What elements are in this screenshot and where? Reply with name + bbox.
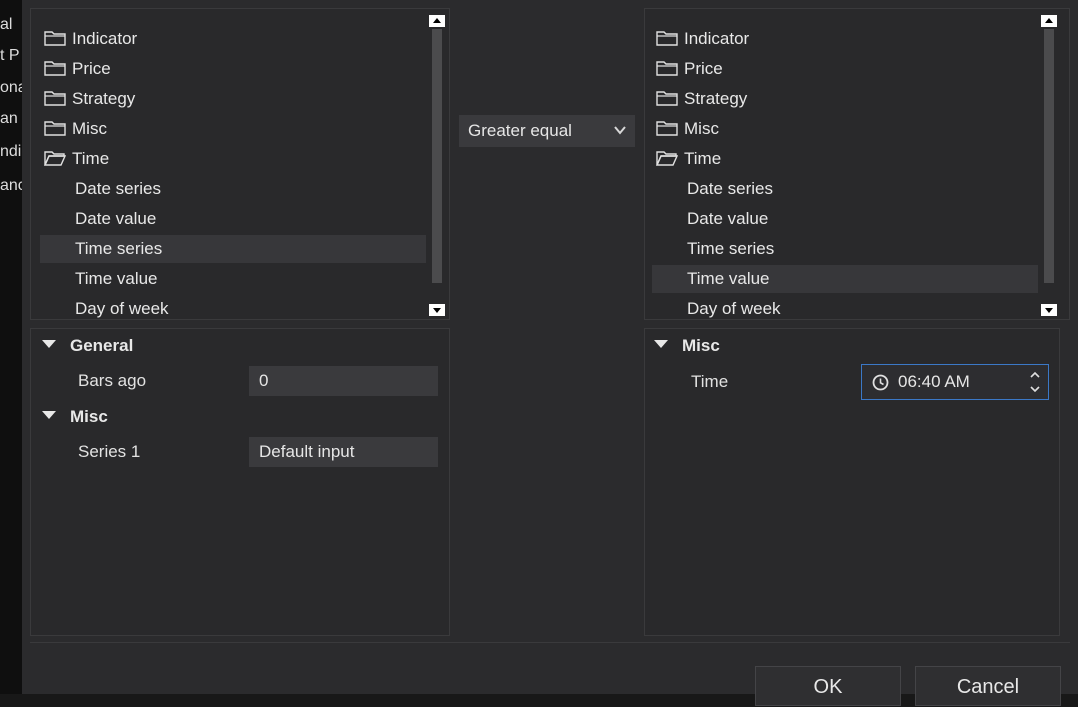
tree-item-label: Price: [684, 59, 723, 78]
tree-item-label: Misc: [684, 119, 719, 138]
tree-item-label: Time: [72, 149, 110, 168]
tree-item-time[interactable]: Time: [652, 145, 1038, 173]
tree-item-indicator[interactable]: Indicator: [40, 25, 426, 53]
collapse-triangle-icon: [42, 411, 56, 419]
folder-icon: [44, 31, 66, 46]
folder-icon: [656, 121, 678, 136]
tree-item-label: Time series: [687, 239, 775, 258]
scroll-down-arrow-icon[interactable]: [1041, 304, 1057, 316]
tree-item-misc[interactable]: Misc: [40, 115, 426, 143]
time-value: 06:40 AM: [898, 372, 970, 391]
folder-icon: [656, 31, 678, 46]
folder-open-icon: [44, 151, 66, 166]
tree-item-day-of-week[interactable]: Day of week: [40, 295, 426, 318]
footer-divider: [30, 642, 1070, 643]
section-title: Misc: [70, 407, 108, 426]
scroll-up-arrow-icon[interactable]: [429, 15, 445, 27]
tree-item-label: Time: [684, 149, 722, 168]
tree-item-label: Date value: [75, 209, 157, 228]
tree-item-time-series[interactable]: Time series: [40, 235, 426, 263]
scroll-down-arrow-icon[interactable]: [429, 304, 445, 316]
misc-section-header[interactable]: Misc: [654, 334, 720, 358]
tree-item-price[interactable]: Price: [652, 55, 1038, 83]
tree-item-label: Date series: [687, 179, 773, 198]
collapse-triangle-icon: [654, 340, 668, 348]
tree-item-label: Misc: [72, 119, 107, 138]
operator-dropdown[interactable]: Greater equal: [459, 115, 635, 147]
tree-item-date-series[interactable]: Date series: [652, 175, 1038, 203]
tree-item-misc[interactable]: Misc: [652, 115, 1038, 143]
right-condition-tree[interactable]: Indicator Price Strategy Misc Time Date serie…: [652, 12, 1038, 318]
tree-item-time-value[interactable]: Time value: [40, 265, 426, 293]
tree-item-label: Time series: [75, 239, 163, 258]
tree-item-date-series[interactable]: Date series: [40, 175, 426, 203]
tree-item-date-value[interactable]: Date value: [652, 205, 1038, 233]
tree-item-time-series[interactable]: Time series: [652, 235, 1038, 263]
folder-open-icon: [656, 151, 678, 166]
time-picker-input[interactable]: 06:40 AM: [861, 364, 1049, 400]
cancel-button[interactable]: Cancel: [915, 666, 1061, 706]
section-title: Misc: [682, 336, 720, 355]
tree-item-label: Date value: [687, 209, 769, 228]
tree-item-label: Time value: [687, 269, 770, 288]
tree-item-label: Strategy: [684, 89, 748, 108]
tree-item-strategy[interactable]: Strategy: [40, 85, 426, 113]
tree-item-label: Price: [72, 59, 111, 78]
collapse-triangle-icon: [42, 340, 56, 348]
folder-icon: [44, 61, 66, 76]
scroll-up-arrow-icon[interactable]: [1041, 15, 1057, 27]
right-tree-scrollbar[interactable]: [1040, 15, 1058, 317]
tree-item-label: Date series: [75, 179, 161, 198]
misc-section-header[interactable]: Misc: [42, 405, 108, 429]
tree-item-label: Indicator: [684, 29, 750, 48]
condition-builder-dialog: Indicator Price Strategy Misc Time Date serie…: [22, 0, 1078, 706]
folder-icon: [44, 121, 66, 136]
ok-button[interactable]: OK: [755, 666, 901, 706]
tree-item-strategy[interactable]: Strategy: [652, 85, 1038, 113]
chevron-down-icon: [614, 126, 626, 135]
tree-item-indicator[interactable]: Indicator: [652, 25, 1038, 53]
tree-item-label: Strategy: [72, 89, 136, 108]
folder-icon: [656, 91, 678, 106]
tree-item-label: Indicator: [72, 29, 138, 48]
operator-selected-value: Greater equal: [468, 121, 572, 140]
scroll-thumb[interactable]: [1044, 29, 1054, 283]
folder-icon: [44, 91, 66, 106]
tree-item-day-of-week[interactable]: Day of week: [652, 295, 1038, 318]
tree-item-time[interactable]: Time: [40, 145, 426, 173]
bars-ago-input[interactable]: 0: [249, 366, 438, 396]
section-title: General: [70, 336, 134, 355]
tree-item-time-value[interactable]: Time value: [652, 265, 1038, 293]
series1-input[interactable]: Default input: [249, 437, 438, 467]
left-tree-scrollbar[interactable]: [428, 15, 446, 317]
tree-item-label: Day of week: [687, 299, 781, 318]
clock-icon: [872, 374, 889, 391]
tree-item-price[interactable]: Price: [40, 55, 426, 83]
tree-item-date-value[interactable]: Date value: [40, 205, 426, 233]
bars-ago-label: Bars ago: [78, 371, 147, 390]
series1-label: Series 1: [78, 442, 141, 461]
scroll-thumb[interactable]: [432, 29, 442, 283]
time-label: Time: [691, 372, 729, 391]
tree-item-label: Time value: [75, 269, 158, 288]
folder-icon: [656, 61, 678, 76]
general-section-header[interactable]: General: [42, 334, 133, 358]
tree-item-label: Day of week: [75, 299, 169, 318]
left-condition-tree[interactable]: Indicator Price Strategy Misc Time Date serie…: [40, 12, 426, 318]
spinner-up-down-icon[interactable]: [1028, 369, 1042, 395]
